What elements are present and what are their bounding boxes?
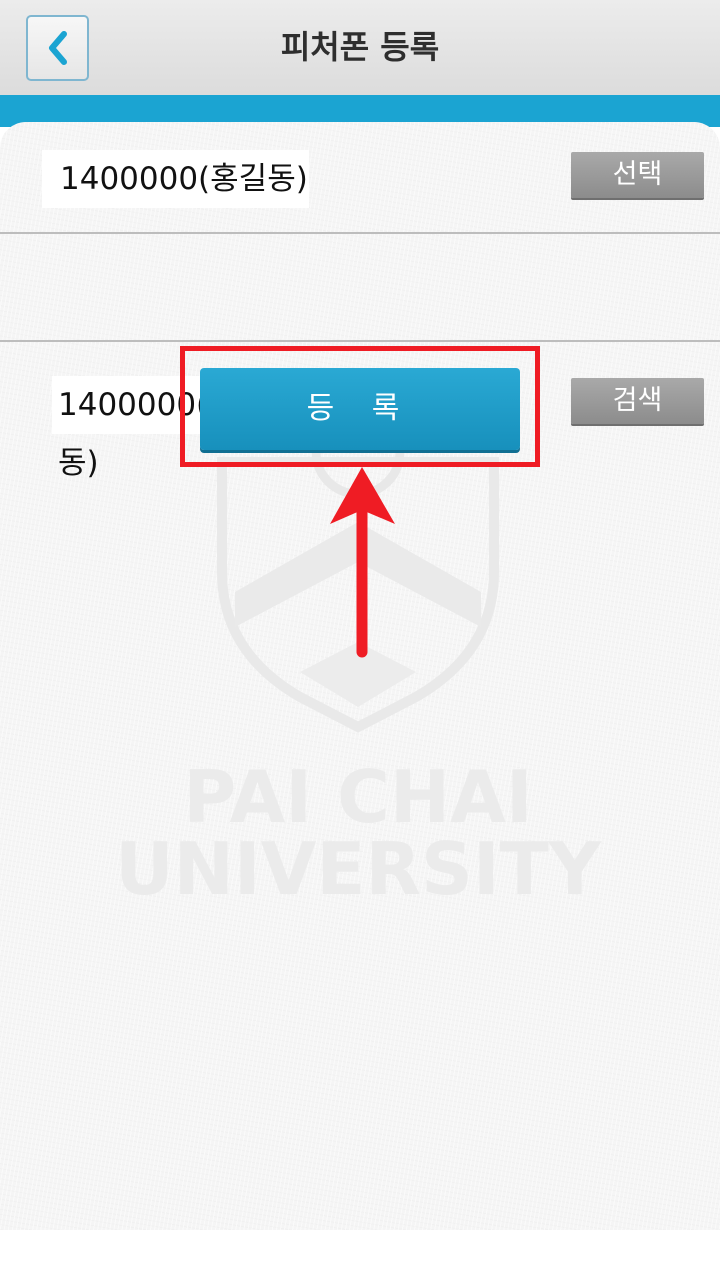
up-arrow-annotation-icon [330, 467, 395, 658]
screen: 피처폰 등록 PAI CHAI UNIVERSITY 1400000(홍길동) … [0, 0, 720, 1280]
search-button[interactable]: 검색 [571, 378, 704, 424]
app-header: 피처폰 등록 [0, 0, 720, 96]
back-button[interactable] [26, 15, 89, 81]
watermark-text-line1: PAI CHAI [183, 755, 532, 839]
watermark-text-line2: UNIVERSITY [115, 827, 602, 911]
bottom-area [0, 1230, 720, 1280]
selected-phone-field[interactable]: 1400000(홍길동) [42, 150, 309, 208]
phone-select-row: 1400000(홍길동) 선택 [0, 122, 720, 234]
phone-search-row: 1400000(홍길동) 검색 [0, 234, 720, 481]
select-button[interactable]: 선택 [571, 152, 704, 198]
register-button[interactable]: 등 록 [200, 368, 520, 450]
content-panel: PAI CHAI UNIVERSITY 1400000(홍길동) 선택 1400… [0, 122, 720, 1230]
chevron-left-icon [48, 31, 67, 65]
page-title: 피처폰 등록 [280, 28, 440, 66]
